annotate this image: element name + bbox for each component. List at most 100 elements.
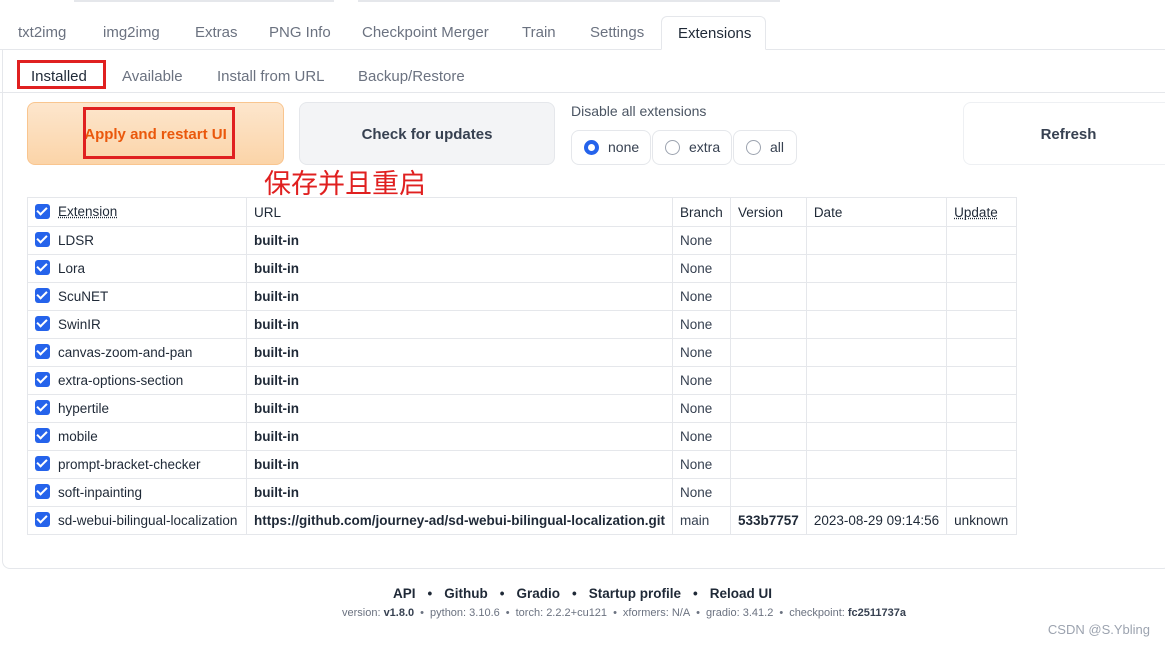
tab-txt2img[interactable]: txt2img xyxy=(18,16,66,49)
cell-update xyxy=(946,478,1018,507)
cell-update xyxy=(946,226,1018,255)
extension-checkbox[interactable] xyxy=(35,512,50,528)
cell-extension[interactable]: hypertile xyxy=(27,394,247,423)
cell-extension[interactable]: sd-webui-bilingual-localization xyxy=(27,506,247,535)
radio-extra[interactable]: extra xyxy=(652,130,732,165)
extension-checkbox[interactable] xyxy=(35,260,50,276)
header-date: Date xyxy=(805,197,948,227)
cell-branch: None xyxy=(672,254,731,283)
radio-label: extra xyxy=(689,139,721,155)
cell-update xyxy=(946,254,1018,283)
extension-checkbox[interactable] xyxy=(35,428,50,444)
cell-url: built-in xyxy=(246,310,673,339)
cell-url: built-in xyxy=(246,226,673,255)
extension-name: canvas-zoom-and-pan xyxy=(58,344,193,360)
cell-update xyxy=(946,394,1018,423)
header-extension[interactable]: Extension xyxy=(27,197,247,227)
tab-img2img[interactable]: img2img xyxy=(103,16,160,49)
version-label: version: xyxy=(341,607,384,619)
extension-checkbox[interactable] xyxy=(35,400,50,416)
subtab-installed[interactable]: Installed xyxy=(31,62,87,92)
cell-date xyxy=(805,478,948,507)
version-value: 3.41.2 xyxy=(742,607,774,619)
table-row: soft-inpainting built-in None xyxy=(27,478,1018,507)
cell-branch: None xyxy=(672,394,731,423)
check-for-updates-button[interactable]: Check for updates xyxy=(299,102,555,165)
cell-extension[interactable]: canvas-zoom-and-pan xyxy=(27,338,247,367)
extension-checkbox[interactable] xyxy=(35,288,50,304)
cell-extension[interactable]: SwinIR xyxy=(27,310,247,339)
cell-version xyxy=(730,366,807,395)
cell-extension[interactable]: LDSR xyxy=(27,226,247,255)
cell-extension[interactable]: mobile xyxy=(27,422,247,451)
extension-name: Lora xyxy=(58,260,86,276)
cell-version xyxy=(730,394,807,423)
cell-date xyxy=(805,338,948,367)
extension-checkbox[interactable] xyxy=(35,456,50,472)
radio-label: none xyxy=(608,139,640,155)
radio-none[interactable]: none xyxy=(571,130,651,165)
subtab-backup-restore[interactable]: Backup/Restore xyxy=(358,62,465,92)
version-value: N/A xyxy=(671,607,691,619)
cell-extension[interactable]: soft-inpainting xyxy=(27,478,247,507)
apply-and-restart-button[interactable]: Apply and restart UI xyxy=(27,102,284,165)
table-row: sd-webui-bilingual-localization https://g… xyxy=(27,506,1018,535)
tab-checkpoint-merger[interactable]: Checkpoint Merger xyxy=(362,16,489,49)
extension-checkbox[interactable] xyxy=(35,484,50,500)
cell-extension[interactable]: Lora xyxy=(27,254,247,283)
extensions-table: Extension URL Branch Version Date Update… xyxy=(27,197,1018,535)
tab-extensions[interactable]: Extensions xyxy=(661,16,766,50)
table-row: SwinIR built-in None xyxy=(27,310,1018,339)
refresh-button[interactable]: Refresh xyxy=(963,102,1165,165)
footer-links: API • Github • Gradio • Startup profile • Reload… xyxy=(0,586,1165,601)
cell-branch: main xyxy=(672,506,731,535)
extension-checkbox[interactable] xyxy=(35,372,50,388)
cell-update xyxy=(946,450,1018,479)
version-value: v1.8.0 xyxy=(383,607,415,619)
cell-url: built-in xyxy=(246,282,673,311)
version-value: 2.2.2+cu121 xyxy=(546,607,608,619)
cell-version xyxy=(730,478,807,507)
table-row: ScuNET built-in None xyxy=(27,282,1018,311)
radio-all[interactable]: all xyxy=(733,130,797,165)
cell-version xyxy=(730,338,807,367)
cell-date xyxy=(805,226,948,255)
cell-extension[interactable]: prompt-bracket-checker xyxy=(27,450,247,479)
footer-separator: • xyxy=(505,607,510,619)
extension-checkbox[interactable] xyxy=(35,344,50,360)
tab-extras[interactable]: Extras xyxy=(195,16,238,49)
radio-unchecked-icon xyxy=(746,140,761,155)
extension-checkbox[interactable] xyxy=(35,232,50,248)
radio-unchecked-icon xyxy=(665,140,680,155)
top-strip xyxy=(74,0,334,2)
extension-checkbox[interactable] xyxy=(35,316,50,332)
cell-url: built-in xyxy=(246,254,673,283)
footer-link[interactable]: Startup profile xyxy=(589,586,681,601)
footer-link[interactable]: Reload UI xyxy=(710,586,772,601)
cell-branch: None xyxy=(672,422,731,451)
footer-link[interactable]: API xyxy=(393,586,416,601)
cell-branch: None xyxy=(672,282,731,311)
cell-branch: None xyxy=(672,338,731,367)
subtab-available[interactable]: Available xyxy=(122,62,183,92)
footer-link[interactable]: Github xyxy=(444,586,488,601)
cell-date xyxy=(805,422,948,451)
cell-url: built-in xyxy=(246,450,673,479)
footer-versions: version: v1.8.0 • python: 3.10.6 • torch: 2.… xyxy=(0,607,1165,619)
table-row: mobile built-in None xyxy=(27,422,1018,451)
select-all-checkbox[interactable] xyxy=(35,203,50,219)
tab-png-info[interactable]: PNG Info xyxy=(269,16,331,49)
tab-train[interactable]: Train xyxy=(522,16,556,49)
cell-extension[interactable]: ScuNET xyxy=(27,282,247,311)
version-label: checkpoint: xyxy=(789,607,848,619)
cell-version xyxy=(730,310,807,339)
radio-label: all xyxy=(770,139,785,155)
tab-settings[interactable]: Settings xyxy=(590,16,644,49)
cell-url: built-in xyxy=(246,478,673,507)
cell-branch: None xyxy=(672,226,731,255)
cell-extension[interactable]: extra-options-section xyxy=(27,366,247,395)
subtab-install-from-url[interactable]: Install from URL xyxy=(217,62,325,92)
extension-name: soft-inpainting xyxy=(58,484,143,500)
footer-link[interactable]: Gradio xyxy=(516,586,560,601)
cell-branch: None xyxy=(672,478,731,507)
